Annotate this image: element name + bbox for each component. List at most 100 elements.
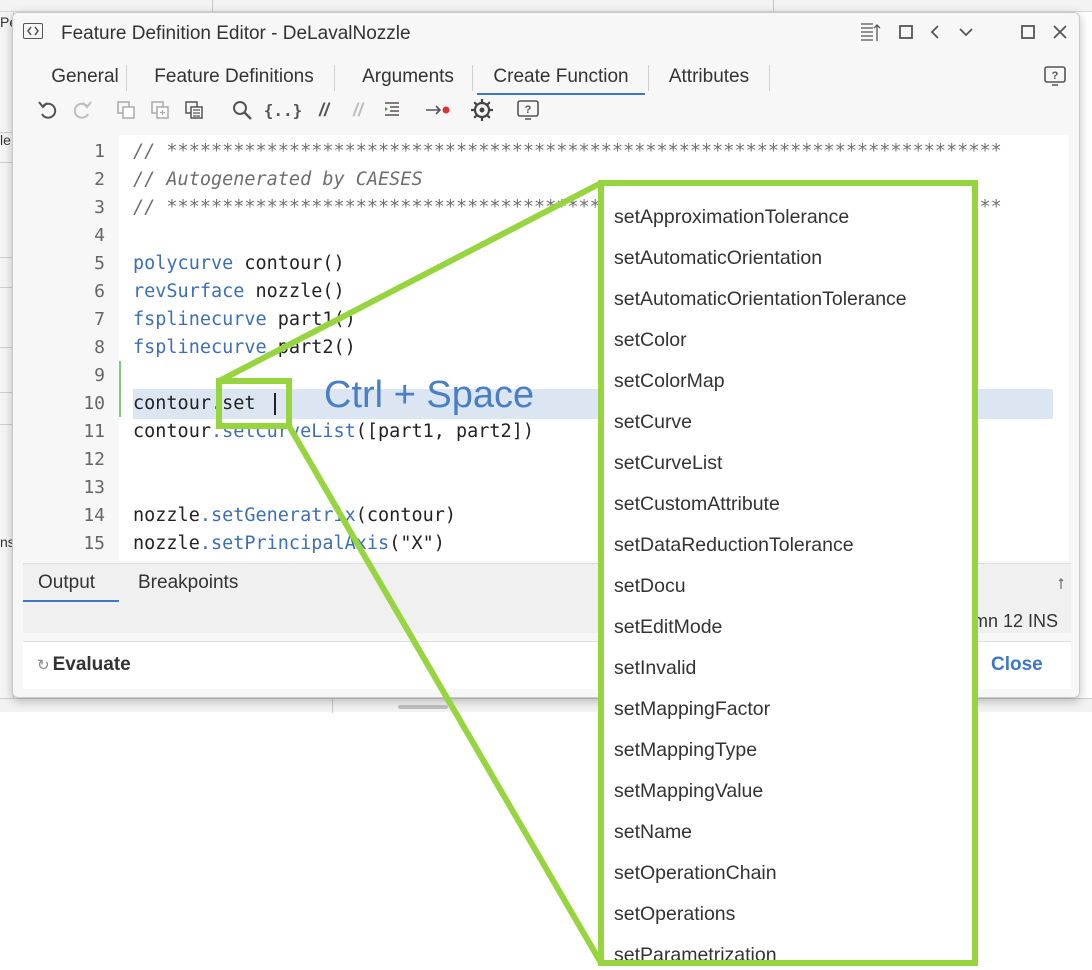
uncomment-icon[interactable]: // bbox=[345, 97, 371, 123]
tab-bar: General Feature Definitions Arguments Cr… bbox=[13, 61, 1079, 95]
tab-separator bbox=[648, 65, 649, 91]
completion-item[interactable]: setName bbox=[614, 815, 907, 856]
close-button[interactable]: Close bbox=[991, 654, 1043, 676]
completion-item[interactable]: setDataReductionTolerance bbox=[614, 528, 907, 569]
line-number: 1 bbox=[94, 141, 105, 162]
breakpoint-icon[interactable] bbox=[423, 97, 453, 123]
comment-icon[interactable]: // bbox=[311, 97, 337, 123]
completion-item[interactable]: setMappingValue bbox=[614, 774, 907, 815]
settings-icon[interactable] bbox=[469, 97, 495, 123]
completion-list: setApproximationTolerance setAutomaticOr… bbox=[614, 200, 907, 960]
completion-item[interactable]: setApproximationTolerance bbox=[614, 200, 907, 241]
code-line: // Autogenerated by CAESES bbox=[133, 169, 423, 190]
text-caret bbox=[274, 393, 276, 415]
background-splitter-handle[interactable] bbox=[398, 705, 448, 709]
svg-text:?: ? bbox=[1052, 70, 1059, 82]
method-name: setCurveList bbox=[222, 421, 356, 442]
float-window-icon[interactable] bbox=[895, 21, 917, 43]
type-keyword: polycurve bbox=[133, 253, 234, 274]
code-line: fsplinecurve part1() bbox=[133, 306, 356, 334]
paste-icon[interactable] bbox=[181, 97, 207, 123]
title-bar[interactable]: Feature Definition Editor - DeLavalNozzl… bbox=[13, 13, 1079, 53]
screenshot-stage: Pe le ns Feature Definition Editor - DeL… bbox=[0, 0, 1092, 970]
search-icon[interactable] bbox=[229, 97, 255, 123]
indent-icon[interactable] bbox=[379, 97, 405, 123]
completion-item[interactable]: setAutomaticOrientationTolerance bbox=[614, 282, 907, 323]
line-number: 6 bbox=[94, 281, 105, 302]
help-icon[interactable]: ? bbox=[1043, 65, 1067, 87]
completion-item[interactable]: setEditMode bbox=[614, 610, 907, 651]
help-icon[interactable]: ? bbox=[515, 97, 541, 123]
line-number: 7 bbox=[94, 309, 105, 330]
completion-item[interactable]: setCustomAttribute bbox=[614, 487, 907, 528]
member-dot: . bbox=[210, 421, 223, 442]
background-app-strip bbox=[0, 0, 1092, 12]
completion-item[interactable]: setCurveList bbox=[614, 446, 907, 487]
type-keyword: fsplinecurve bbox=[133, 309, 267, 330]
completion-item[interactable]: setParametrization bbox=[614, 938, 907, 960]
chevron-down-icon[interactable] bbox=[955, 21, 977, 43]
copy-icon[interactable] bbox=[113, 97, 139, 123]
completion-item[interactable]: setMappingType bbox=[614, 733, 907, 774]
code-line-current: contour.set bbox=[133, 390, 256, 418]
method-name: setGeneratrix bbox=[210, 505, 356, 526]
completion-item[interactable]: setDocu bbox=[614, 569, 907, 610]
autocomplete-popup[interactable]: setApproximationTolerance setAutomaticOr… bbox=[598, 180, 978, 966]
declaration: nozzle() bbox=[244, 281, 345, 302]
line-number: 12 bbox=[83, 449, 105, 470]
line-number: 10 bbox=[83, 393, 105, 414]
object-name: contour bbox=[133, 393, 211, 414]
svg-text:?: ? bbox=[525, 104, 532, 116]
completion-item[interactable]: setMappingFactor bbox=[614, 692, 907, 733]
tab-breakpoints[interactable]: Breakpoints bbox=[138, 570, 238, 602]
completion-item[interactable]: setOperations bbox=[614, 897, 907, 938]
typed-member: set bbox=[222, 393, 256, 414]
background-divider bbox=[773, 0, 774, 12]
line-number: 9 bbox=[94, 365, 105, 386]
tab-attributes[interactable]: Attributes bbox=[653, 61, 765, 95]
completion-item[interactable]: setInvalid bbox=[614, 651, 907, 692]
completion-item[interactable]: setColorMap bbox=[614, 364, 907, 405]
tab-separator bbox=[126, 65, 127, 91]
arguments: (contour) bbox=[355, 505, 457, 526]
tab-general[interactable]: General bbox=[33, 61, 137, 95]
completion-item[interactable]: setOperationChain bbox=[614, 856, 907, 897]
tab-arguments[interactable]: Arguments bbox=[345, 61, 471, 95]
evaluate-button[interactable]: ↻ Evaluate bbox=[37, 654, 131, 676]
close-icon[interactable] bbox=[1049, 21, 1071, 43]
object-name: nozzle bbox=[133, 505, 200, 526]
object-name: nozzle bbox=[133, 533, 200, 554]
chevron-left-icon[interactable] bbox=[925, 21, 947, 43]
member-dot: . bbox=[199, 533, 211, 554]
tab-output[interactable]: Output bbox=[23, 570, 119, 602]
member-dot: . bbox=[199, 505, 211, 526]
snippet-icon[interactable]: {..} bbox=[264, 97, 303, 123]
shortcut-annotation: Ctrl + Space bbox=[324, 374, 535, 416]
panel-pin-icon[interactable] bbox=[1057, 578, 1065, 590]
member-dot: . bbox=[210, 393, 223, 414]
declaration: part1() bbox=[266, 309, 356, 330]
tab-create-function[interactable]: Create Function bbox=[477, 61, 645, 95]
line-number: 11 bbox=[83, 421, 105, 442]
completion-item[interactable]: setAutomaticOrientation bbox=[614, 241, 907, 282]
method-name: setPrincipalAxis bbox=[210, 533, 390, 554]
tab-separator bbox=[472, 65, 473, 91]
cursor-status: mn 12 INS bbox=[973, 611, 1059, 631]
duplicate-icon[interactable] bbox=[147, 97, 173, 123]
evaluate-label: Evaluate bbox=[52, 654, 131, 675]
dock-menu-icon[interactable] bbox=[859, 21, 881, 43]
arguments: ([part1, part2]) bbox=[355, 421, 534, 442]
type-keyword: revSurface bbox=[133, 281, 245, 302]
arguments: ("X") bbox=[389, 533, 445, 554]
code-window-icon bbox=[23, 23, 43, 39]
completion-item[interactable]: setColor bbox=[614, 323, 907, 364]
redo-icon[interactable] bbox=[69, 97, 95, 123]
maximize-icon[interactable] bbox=[1017, 21, 1039, 43]
type-keyword: fsplinecurve bbox=[133, 337, 267, 358]
tab-separator bbox=[334, 65, 335, 91]
background-divider bbox=[212, 0, 213, 12]
completion-item[interactable]: setCurve bbox=[614, 405, 907, 446]
tab-feature-definitions[interactable]: Feature Definitions bbox=[137, 61, 331, 95]
undo-icon[interactable] bbox=[35, 97, 61, 123]
line-number: 14 bbox=[83, 505, 105, 526]
